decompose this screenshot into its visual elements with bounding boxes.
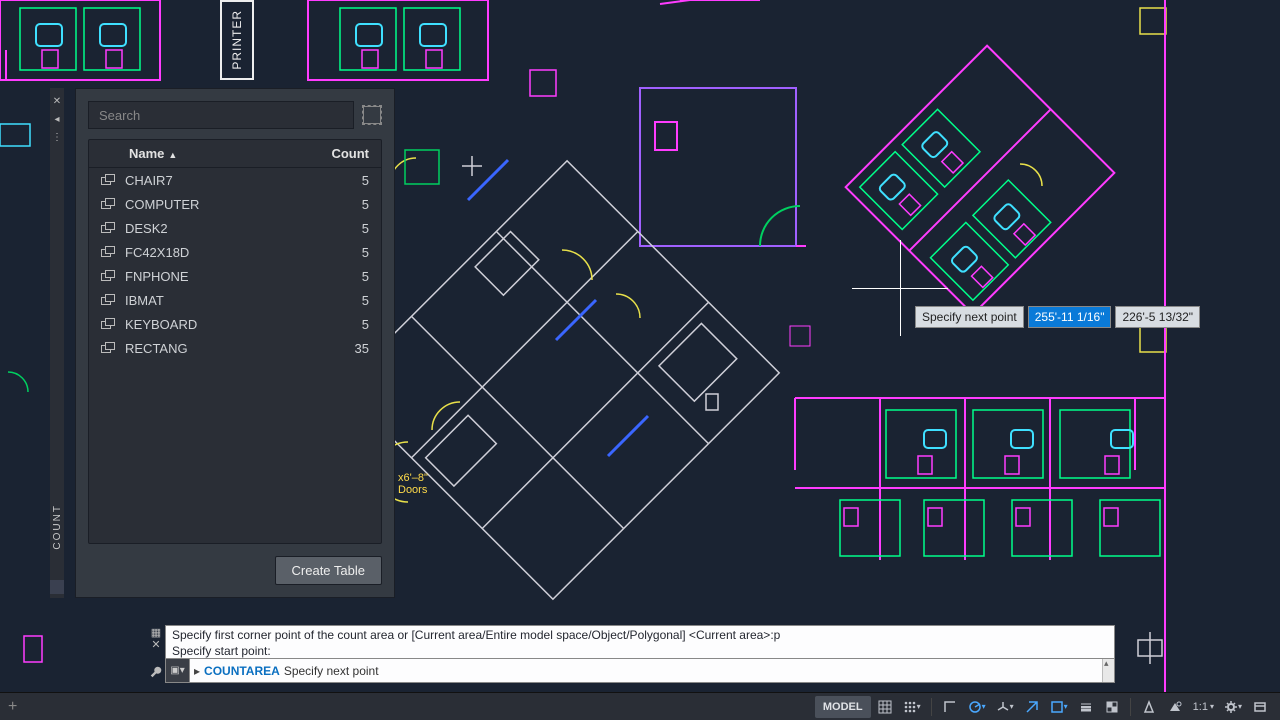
count-panel-title: COUNT <box>52 504 63 550</box>
table-row[interactable]: KEYBOARD5 <box>89 312 381 336</box>
status-bar: + MODEL ▾ ▾ ▾ ▾ 1:1▾ ▾ <box>0 692 1280 720</box>
close-icon[interactable]: ✕ <box>149 637 163 651</box>
table-row[interactable]: CHAIR75 <box>89 168 381 192</box>
table-row[interactable]: FNPHONE5 <box>89 264 381 288</box>
block-icon <box>101 294 115 306</box>
printer-block-label: PRINTER <box>220 0 254 80</box>
search-input[interactable] <box>88 101 354 129</box>
table-row[interactable]: IBMAT5 <box>89 288 381 312</box>
command-prompt-icon[interactable]: ▣▾ <box>166 659 190 682</box>
ortho-icon[interactable] <box>938 696 962 718</box>
lineweight-icon[interactable] <box>1074 696 1098 718</box>
model-space-button[interactable]: MODEL <box>815 696 871 718</box>
create-table-button[interactable]: Create Table <box>275 556 382 585</box>
grid-icon[interactable] <box>873 696 897 718</box>
polar-icon[interactable]: ▾ <box>964 696 990 718</box>
block-icon <box>101 222 115 234</box>
doors-annotation: x6'–8" Doors <box>398 472 428 496</box>
command-history[interactable]: Specify first corner point of the count … <box>165 625 1115 659</box>
table-row[interactable]: COMPUTER5 <box>89 192 381 216</box>
panel-footer-icon[interactable] <box>50 580 64 594</box>
dynamic-input-prompt: Specify next point <box>915 306 1024 328</box>
count-table: Name▲ Count CHAIR75 COMPUTER5 DESK25 FC4… <box>88 139 382 544</box>
scrollbar[interactable] <box>1102 659 1114 682</box>
dynamic-input-x[interactable]: 255'-11 1/16" <box>1028 306 1112 328</box>
sort-asc-icon: ▲ <box>168 150 177 160</box>
count-panel: Name▲ Count CHAIR75 COMPUTER5 DESK25 FC4… <box>75 88 395 598</box>
dynamic-input-y[interactable]: 226'-5 13/32" <box>1115 306 1200 328</box>
select-area-icon[interactable] <box>362 105 382 125</box>
snap-icon[interactable]: ▾ <box>899 696 925 718</box>
annotation-visibility-icon[interactable] <box>1163 696 1187 718</box>
wrench-icon[interactable] <box>149 665 163 679</box>
pin-icon[interactable]: ◂ <box>52 112 62 126</box>
command-window: ▦ ✕ Specify first corner point of the co… <box>165 625 1115 685</box>
count-panel-sidestrip: ✕ ◂ ⋮ COUNT <box>50 88 64 598</box>
plus-icon[interactable]: + <box>8 698 17 716</box>
column-header-count[interactable]: Count <box>331 146 369 161</box>
close-icon[interactable]: ✕ <box>52 94 62 108</box>
block-icon <box>101 318 115 330</box>
table-row[interactable]: DESK25 <box>89 216 381 240</box>
menu-icon[interactable]: ⋮ <box>52 130 62 144</box>
block-icon <box>101 270 115 282</box>
command-line[interactable]: ▣▾ ▸ COUNTAREA Specify next point <box>165 659 1115 683</box>
osnap-icon[interactable] <box>1020 696 1044 718</box>
customize-icon[interactable] <box>1248 696 1272 718</box>
dynamic-input-tooltip: Specify next point 255'-11 1/16" 226'-5 … <box>915 306 1200 328</box>
table-row[interactable]: FC42X18D5 <box>89 240 381 264</box>
workspace-gear-icon[interactable]: ▾ <box>1220 696 1246 718</box>
annotation-scale-icon[interactable] <box>1137 696 1161 718</box>
isodraft-icon[interactable]: ▾ <box>992 696 1018 718</box>
block-icon <box>101 198 115 210</box>
column-header-name[interactable]: Name▲ <box>129 146 177 161</box>
block-icon <box>101 246 115 258</box>
osnap-endpoint-icon[interactable]: ▾ <box>1046 696 1072 718</box>
table-row[interactable]: RECTANG35 <box>89 336 381 360</box>
transparency-icon[interactable] <box>1100 696 1124 718</box>
scale-label[interactable]: 1:1▾ <box>1189 696 1218 718</box>
block-icon <box>101 174 115 186</box>
block-icon <box>101 342 115 354</box>
